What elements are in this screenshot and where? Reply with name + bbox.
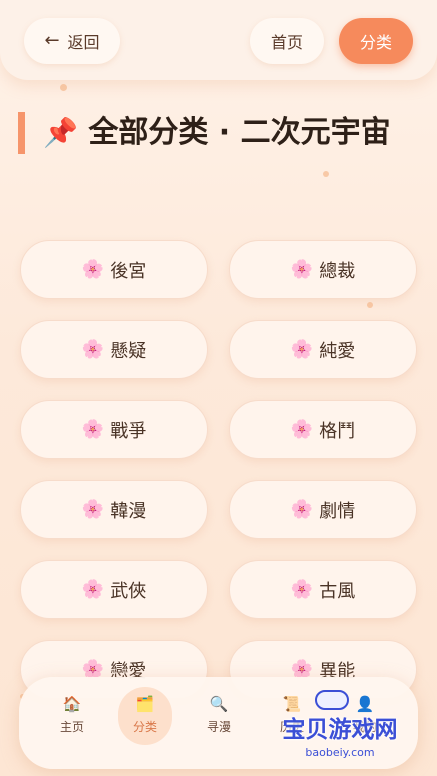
category-label: 古風 — [319, 580, 356, 602]
category-chip[interactable]: 🌸 總裁 — [229, 240, 417, 299]
watermark: 宝贝游戏网 baobeiy.com — [265, 690, 415, 759]
category-label: 劇情 — [319, 500, 356, 522]
nav-label: 寻漫 — [206, 720, 231, 734]
nav-item-category[interactable]: 🗂️ 分类 — [118, 687, 172, 745]
home-button[interactable]: 首页 — [250, 18, 324, 64]
category-chip[interactable]: 🌸 純愛 — [229, 320, 417, 379]
page-title-text: 全部分类 · 二次元宇宙 — [88, 115, 391, 150]
category-chip[interactable]: 🌸 格鬥 — [229, 400, 417, 459]
category-chip[interactable]: 🌸 武俠 — [20, 560, 208, 619]
home-icon: 🏠 — [62, 695, 82, 713]
category-label: 總裁 — [319, 260, 356, 282]
category-label: 格鬥 — [319, 420, 356, 442]
cherry-blossom-icon: 🌸 — [81, 499, 105, 520]
cherry-blossom-icon: 🌸 — [290, 499, 314, 520]
category-label: 純愛 — [319, 340, 356, 362]
nav-label: 分类 — [132, 720, 157, 734]
decor-dot — [60, 84, 67, 91]
nav-item-search[interactable]: 🔍 寻漫 — [192, 687, 246, 745]
page-title: 📌 全部分类 · 二次元宇宙 — [43, 112, 418, 154]
cherry-blossom-icon: 🌸 — [81, 339, 105, 360]
category-label: 武俠 — [110, 580, 147, 602]
cherry-blossom-icon: 🌸 — [290, 419, 314, 440]
category-chip[interactable]: 🌸 懸疑 — [20, 320, 208, 379]
watermark-url: baobeiy.com — [305, 746, 375, 759]
cherry-blossom-icon: 🌸 — [81, 419, 105, 440]
category-label: 韓漫 — [110, 500, 147, 522]
category-label: 後宮 — [110, 260, 147, 282]
home-button-label: 首页 — [270, 33, 303, 52]
category-button[interactable]: 分类 — [339, 18, 413, 64]
category-chip[interactable]: 🌸 韓漫 — [20, 480, 208, 539]
cherry-blossom-icon: 🌸 — [290, 579, 314, 600]
category-chip[interactable]: 🌸 後宮 — [20, 240, 208, 299]
category-chip[interactable]: 🌸 古風 — [229, 560, 417, 619]
cherry-blossom-icon: 🌸 — [81, 579, 105, 600]
app-root: ← 返回 首页 分类 📌 全部分类 · 二次元宇宙 🌸 後宮 🌸 總裁 🌸 懸疑 🌸 純… — [0, 0, 437, 776]
category-button-label: 分类 — [359, 33, 392, 52]
folder-icon: 🗂️ — [135, 695, 155, 713]
category-chip[interactable]: 🌸 戰爭 — [20, 400, 208, 459]
back-button[interactable]: ← 返回 — [24, 18, 120, 64]
page-title-block: 📌 全部分类 · 二次元宇宙 — [18, 112, 418, 154]
cherry-blossom-icon: 🌸 — [290, 339, 314, 360]
cherry-blossom-icon: 🌸 — [81, 259, 105, 280]
category-label: 戰爭 — [110, 420, 147, 442]
nav-item-home[interactable]: 🏠 主页 — [45, 687, 99, 745]
cherry-blossom-icon: 🌸 — [290, 259, 314, 280]
gamepad-logo-icon — [315, 690, 349, 710]
back-arrow-icon: ← — [44, 30, 60, 51]
category-label: 懸疑 — [110, 340, 147, 362]
back-button-label: 返回 — [67, 33, 100, 52]
decor-dot — [323, 171, 329, 177]
top-header: ← 返回 首页 分类 — [0, 0, 437, 80]
category-grid: 🌸 後宮 🌸 總裁 🌸 懸疑 🌸 純愛 🌸 戰爭 🌸 格鬥 🌸 韓漫 🌸 劇情 🌸 武俠 🌸 古風 … — [20, 240, 417, 699]
watermark-title: 宝贝游戏网 — [282, 717, 398, 743]
pin-icon: 📌 — [43, 116, 78, 149]
nav-label: 主页 — [59, 720, 84, 734]
category-chip[interactable]: 🌸 劇情 — [229, 480, 417, 539]
search-icon: 🔍 — [209, 695, 229, 713]
